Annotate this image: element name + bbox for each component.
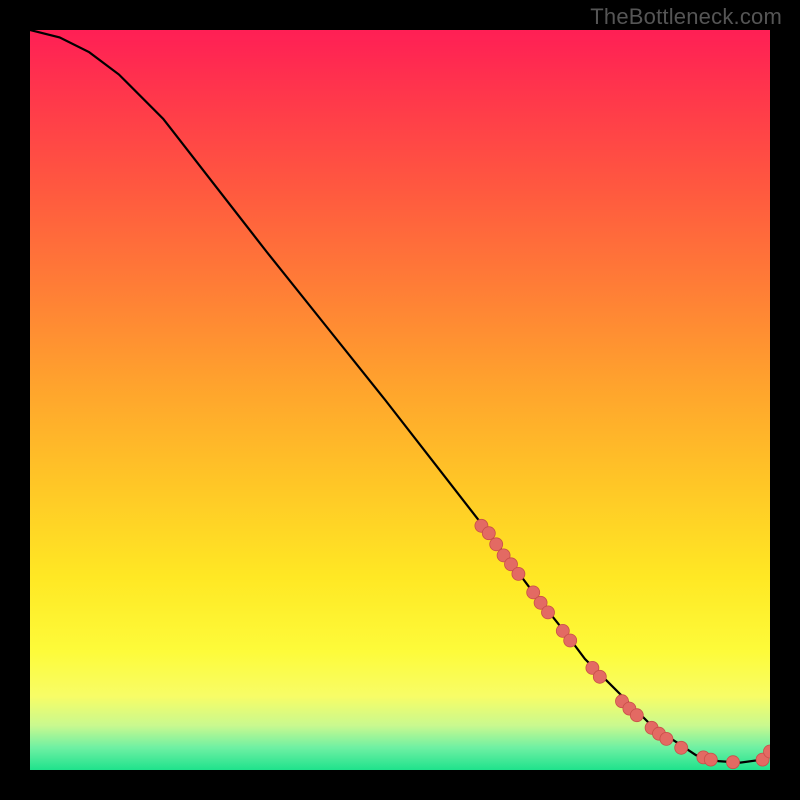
chart-svg <box>30 30 770 770</box>
data-point <box>704 753 717 766</box>
data-point <box>675 741 688 754</box>
bottleneck-curve <box>30 30 770 763</box>
data-point <box>542 606 555 619</box>
data-point <box>482 527 495 540</box>
data-point <box>564 634 577 647</box>
data-point <box>660 732 673 745</box>
data-point <box>593 670 606 683</box>
data-point <box>727 756 740 769</box>
data-point <box>490 538 503 551</box>
watermark-text: TheBottleneck.com <box>590 4 782 30</box>
data-point <box>512 567 525 580</box>
marker-group <box>475 519 770 768</box>
data-point <box>630 709 643 722</box>
chart-background <box>30 30 770 770</box>
